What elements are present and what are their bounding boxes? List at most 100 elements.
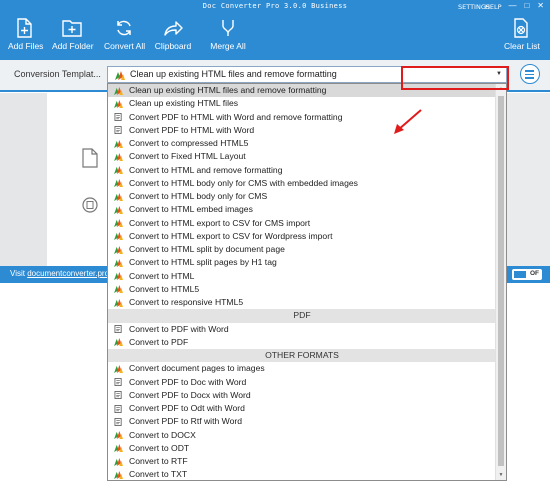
- title-bar: Doc Converter Pro 3.0.0 Business SETTING…: [0, 0, 550, 14]
- help-menu[interactable]: HELP: [485, 3, 502, 11]
- dropdown-option-label: Convert to TXT: [129, 469, 188, 480]
- merge-icon: [222, 20, 234, 36]
- dropdown-option-label: Convert to HTML body only for CMS with e…: [129, 177, 358, 188]
- dropdown-option-label: Convert to HTML export to CSV for CMS im…: [129, 217, 311, 228]
- document-icon: [82, 148, 98, 168]
- dropdown-option-label: Convert to HTML body only for CMS: [129, 191, 268, 201]
- selected-template-text: Clean up existing HTML files and remove …: [130, 69, 337, 79]
- dropdown-option[interactable]: Convert PDF to HTML with Word and remove…: [108, 111, 496, 124]
- dropdown-option[interactable]: Convert to HTML split pages by H1 tag: [108, 256, 496, 269]
- doc-icon: [114, 113, 122, 121]
- toggle-label: OF: [529, 270, 539, 277]
- dropdown-option[interactable]: Convert to HTML export to CSV for Wordpr…: [108, 230, 496, 243]
- dropdown-option-label: Convert to RTF: [129, 456, 188, 466]
- dropdown-option[interactable]: Convert PDF to Doc with Word: [108, 376, 496, 389]
- html-icon: [114, 205, 123, 214]
- conversion-template-label: Conversion Templat...: [14, 69, 101, 79]
- dropdown-option-label: Convert PDF to Rtf with Word: [129, 416, 243, 427]
- dropdown-option[interactable]: Convert PDF to HTML with Word: [108, 124, 496, 137]
- maximize-button[interactable]: □: [524, 1, 529, 10]
- dropdown-option[interactable]: Convert to PDF with Word: [108, 323, 496, 336]
- add-file-icon: [17, 18, 32, 38]
- html-icon: [114, 444, 123, 453]
- scroll-down-icon[interactable]: ▼: [496, 470, 506, 480]
- dropdown-option-label: Convert to HTML split by document page: [129, 244, 285, 254]
- html-icon: [114, 258, 123, 267]
- dropdown-option[interactable]: Convert document pages to images: [108, 362, 496, 375]
- clear-list-button[interactable]: Clear List: [504, 18, 540, 51]
- dropdown-option-label: Convert to HTML export to CSV for Wordpr…: [129, 230, 333, 241]
- html-icon: [114, 179, 123, 188]
- merge-all-button[interactable]: Merge All: [210, 18, 246, 51]
- dropdown-option[interactable]: Clean up existing HTML files: [108, 97, 496, 110]
- dropdown-option-label: Convert to HTML and remove formatting: [129, 164, 283, 175]
- dropdown-option-label: Convert to Fixed HTML Layout: [129, 151, 246, 162]
- dropdown-option-label: Convert to compressed HTML5: [129, 138, 249, 148]
- close-button[interactable]: ✕: [537, 1, 544, 10]
- dropdown-option[interactable]: Convert to TXT: [108, 468, 496, 480]
- dropdown-option[interactable]: Convert to PDF: [108, 336, 496, 349]
- add-files-label: Add Files: [8, 41, 44, 51]
- dropdown-option[interactable]: Convert to Fixed HTML Layout: [108, 150, 496, 163]
- dropdown-option[interactable]: Convert to HTML body only for CMS with e…: [108, 177, 496, 190]
- html-icon: [114, 457, 123, 466]
- dropdown-option-label: Convert PDF to Docx with Word: [129, 389, 251, 400]
- html-icon: [114, 285, 123, 294]
- status-text: Visit documentconverter.pro: [10, 269, 109, 278]
- doc-icon: [114, 417, 122, 426]
- dropdown-option[interactable]: Convert to HTML body only for CMS: [108, 190, 496, 203]
- annotation-highlight-box: [401, 66, 509, 90]
- minimize-button[interactable]: —: [508, 1, 516, 10]
- dropdown-option[interactable]: Convert PDF to Rtf with Word: [108, 415, 496, 428]
- dropdown-group-header: OTHER FORMATS: [108, 349, 496, 363]
- html-icon: [115, 71, 125, 80]
- dropdown-option[interactable]: Convert to HTML and remove formatting: [108, 164, 496, 177]
- dropdown-option[interactable]: Convert to DOCX: [108, 429, 496, 442]
- dropdown-option-label: Convert PDF to HTML with Word: [129, 124, 255, 135]
- dropdown-option[interactable]: Convert to HTML embed images: [108, 203, 496, 216]
- merge-all-label: Merge All: [210, 41, 246, 51]
- dropdown-option[interactable]: Convert PDF to Docx with Word: [108, 389, 496, 402]
- dropdown-option[interactable]: Convert to HTML: [108, 270, 496, 283]
- main-toolbar: Add Files Add Folder Convert All Clipboa…: [0, 14, 550, 60]
- share-icon: [164, 21, 183, 36]
- template-options: Clean up existing HTML files and remove …: [108, 84, 496, 480]
- html-icon: [114, 139, 123, 148]
- dropdown-option-label: Clean up existing HTML files and remove …: [129, 85, 327, 95]
- html-icon: [114, 470, 123, 479]
- dropdown-option[interactable]: Convert to compressed HTML5: [108, 137, 496, 150]
- status-prefix: Visit: [10, 269, 28, 278]
- dropdown-option[interactable]: Convert to HTML5: [108, 283, 496, 296]
- toggle-switch[interactable]: OF: [512, 269, 542, 280]
- add-folder-button[interactable]: Add Folder: [52, 18, 94, 51]
- dropdown-option[interactable]: Convert to responsive HTML5: [108, 296, 496, 309]
- toggle-knob: [514, 271, 526, 278]
- dropdown-option[interactable]: Convert PDF to Odt with Word: [108, 402, 496, 415]
- dropdown-option[interactable]: Convert to RTF: [108, 455, 496, 468]
- convert-all-button[interactable]: Convert All: [104, 18, 145, 51]
- html-icon: [114, 364, 123, 373]
- doc-icon: [114, 126, 122, 135]
- doc-icon: [114, 391, 122, 400]
- clipboard-button[interactable]: Clipboard: [154, 18, 192, 51]
- dropdown-option[interactable]: Convert to HTML split by document page: [108, 243, 496, 256]
- dropdown-option[interactable]: Convert to HTML export to CSV for CMS im…: [108, 217, 496, 230]
- html-icon: [114, 272, 123, 280]
- html-icon: [114, 166, 123, 174]
- clear-list-label: Clear List: [504, 41, 540, 51]
- doc-icon: [114, 325, 122, 333]
- dropdown-option-label: Convert to PDF with Word: [129, 323, 229, 334]
- hamburger-menu-button[interactable]: [520, 64, 540, 84]
- add-files-button[interactable]: Add Files: [8, 18, 44, 51]
- dropdown-option[interactable]: Convert to ODT: [108, 442, 496, 455]
- dropdown-group-header: PDF: [108, 309, 496, 323]
- dropdown-option-label: Convert PDF to Doc with Word: [129, 376, 247, 387]
- template-dropdown-list[interactable]: Clean up existing HTML files and remove …: [107, 83, 507, 481]
- website-link[interactable]: documentconverter.pro: [27, 269, 109, 278]
- dropdown-option-label: Convert PDF to Odt with Word: [129, 403, 245, 413]
- scroll-thumb[interactable]: [498, 96, 504, 466]
- dropdown-option-label: Clean up existing HTML files: [129, 98, 239, 109]
- dropdown-option-label: Convert document pages to images: [129, 363, 265, 374]
- dropdown-scrollbar[interactable]: ▲ ▼: [495, 84, 506, 480]
- dropdown-option-label: Convert to HTML5: [129, 283, 200, 294]
